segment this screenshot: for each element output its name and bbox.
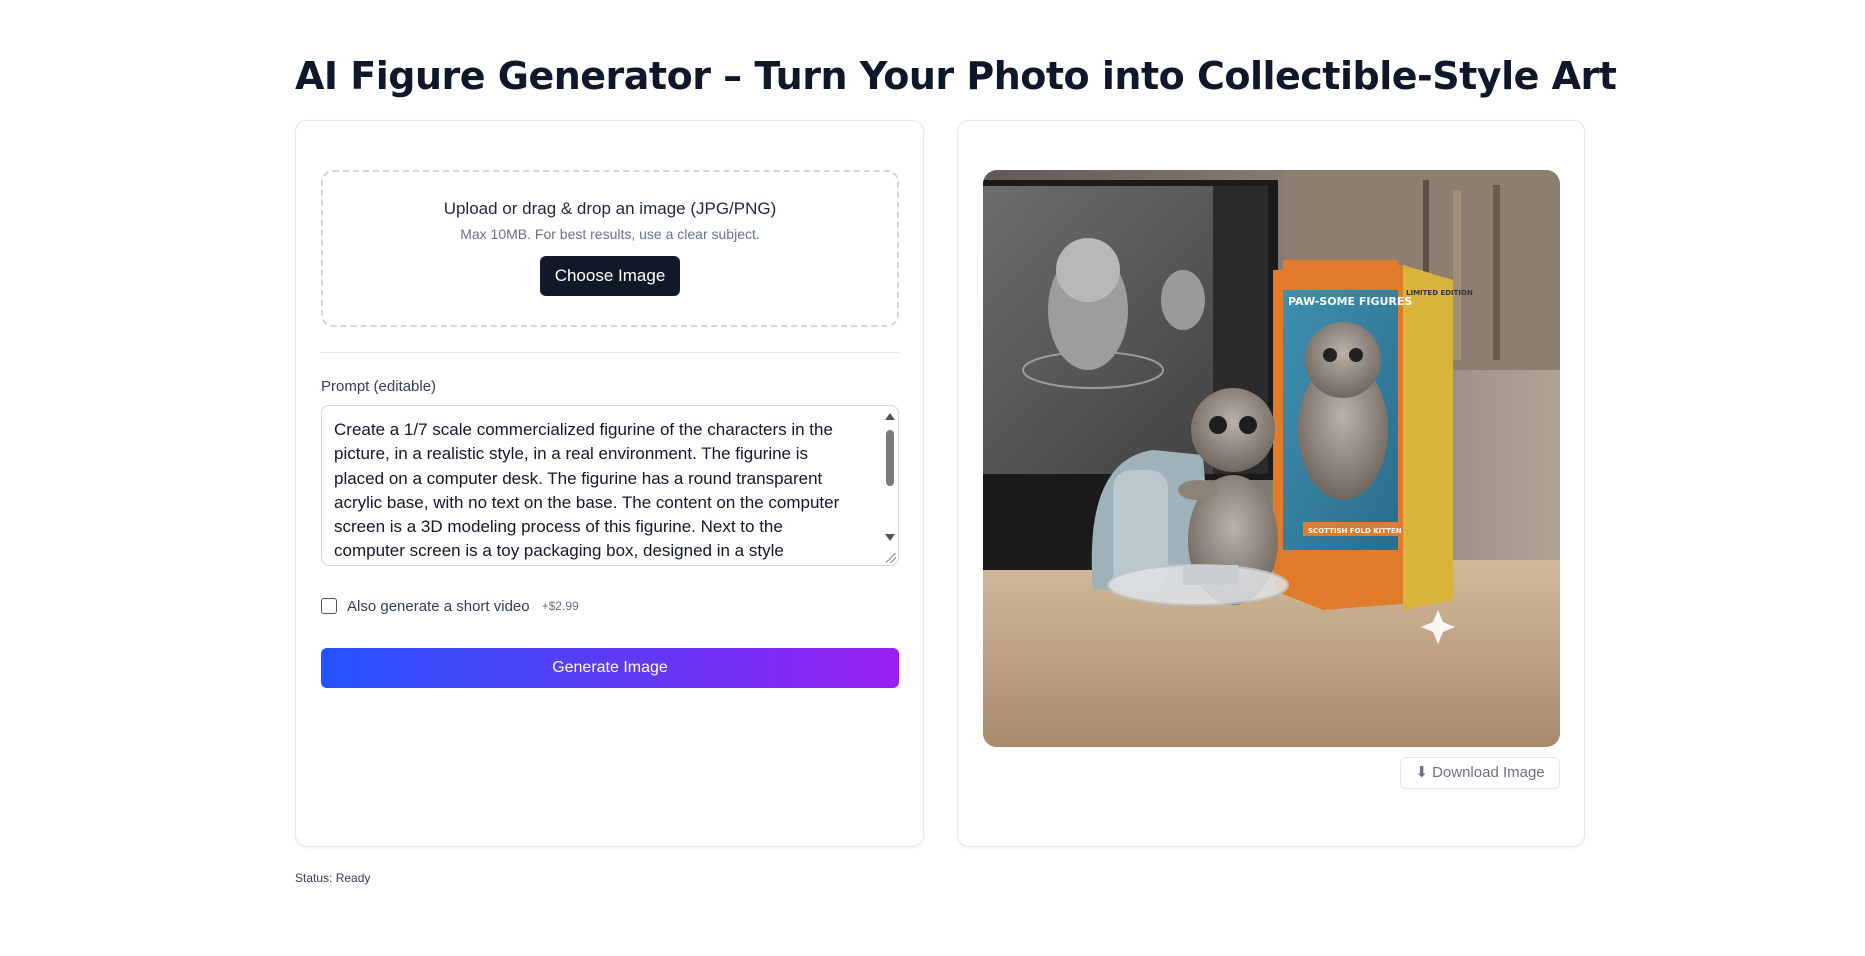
video-checkbox[interactable] <box>321 598 337 614</box>
video-price: +$2.99 <box>541 599 579 613</box>
result-image-illustration: PAW-SOME FIGURES LIMITED EDITION SCOTTIS… <box>983 170 1560 747</box>
prompt-textarea[interactable]: Create a 1/7 scale commercialized figuri… <box>321 405 899 566</box>
page-title: AI Figure Generator – Turn Your Photo in… <box>295 54 1617 98</box>
divider <box>321 352 899 353</box>
video-option-label[interactable]: Also generate a short video <box>347 598 530 615</box>
prompt-line: acrylic base, with no text on the base. … <box>334 492 840 512</box>
scroll-down-arrow-icon[interactable] <box>885 534 895 541</box>
scroll-thumb[interactable] <box>886 430 894 486</box>
page-container: AI Figure Generator – Turn Your Photo in… <box>295 50 1617 885</box>
prompt-line: screen is a 3D modeling process of this … <box>334 517 783 537</box>
prompt-text: Create a 1/7 scale commercialized figuri… <box>334 418 879 564</box>
prompt-line: placed on a computer desk. The figurine … <box>334 468 823 488</box>
main-columns: Upload or drag & drop an image (JPG/PNG)… <box>295 120 1585 847</box>
prompt-label: Prompt (editable) <box>321 378 437 395</box>
prompt-line: computer screen is a toy packaging box, … <box>334 541 784 561</box>
input-panel: Upload or drag & drop an image (JPG/PNG)… <box>295 120 924 847</box>
video-option-row: Also generate a short video +$2.99 <box>321 597 579 615</box>
scroll-up-arrow-icon[interactable] <box>885 413 895 420</box>
choose-image-button[interactable]: Choose Image <box>539 256 681 296</box>
generate-image-button[interactable]: Generate Image <box>321 648 899 688</box>
box-tag-text: LIMITED EDITION <box>1406 289 1473 297</box>
prompt-line: picture, in a realistic style, in a real… <box>334 444 809 464</box>
download-image-button[interactable]: ⬇ Download Image <box>1400 757 1560 789</box>
upload-dropzone[interactable]: Upload or drag & drop an image (JPG/PNG)… <box>321 170 899 327</box>
result-panel: PAW-SOME FIGURES LIMITED EDITION SCOTTIS… <box>957 120 1585 847</box>
upload-title: Upload or drag & drop an image (JPG/PNG) <box>443 199 777 218</box>
box-brand-text: PAW-SOME FIGURES <box>1288 295 1412 308</box>
upload-subtitle: Max 10MB. For best results, use a clear … <box>460 226 760 242</box>
box-product-text: SCOTTISH FOLD KITTEN <box>1308 527 1402 535</box>
resize-grip-icon[interactable] <box>886 553 896 563</box>
status-text: Status: Ready <box>295 871 371 885</box>
result-image: PAW-SOME FIGURES LIMITED EDITION SCOTTIS… <box>983 170 1560 747</box>
prompt-line: Create a 1/7 scale commercialized figuri… <box>334 420 833 439</box>
prompt-scrollbar[interactable] <box>884 410 896 560</box>
